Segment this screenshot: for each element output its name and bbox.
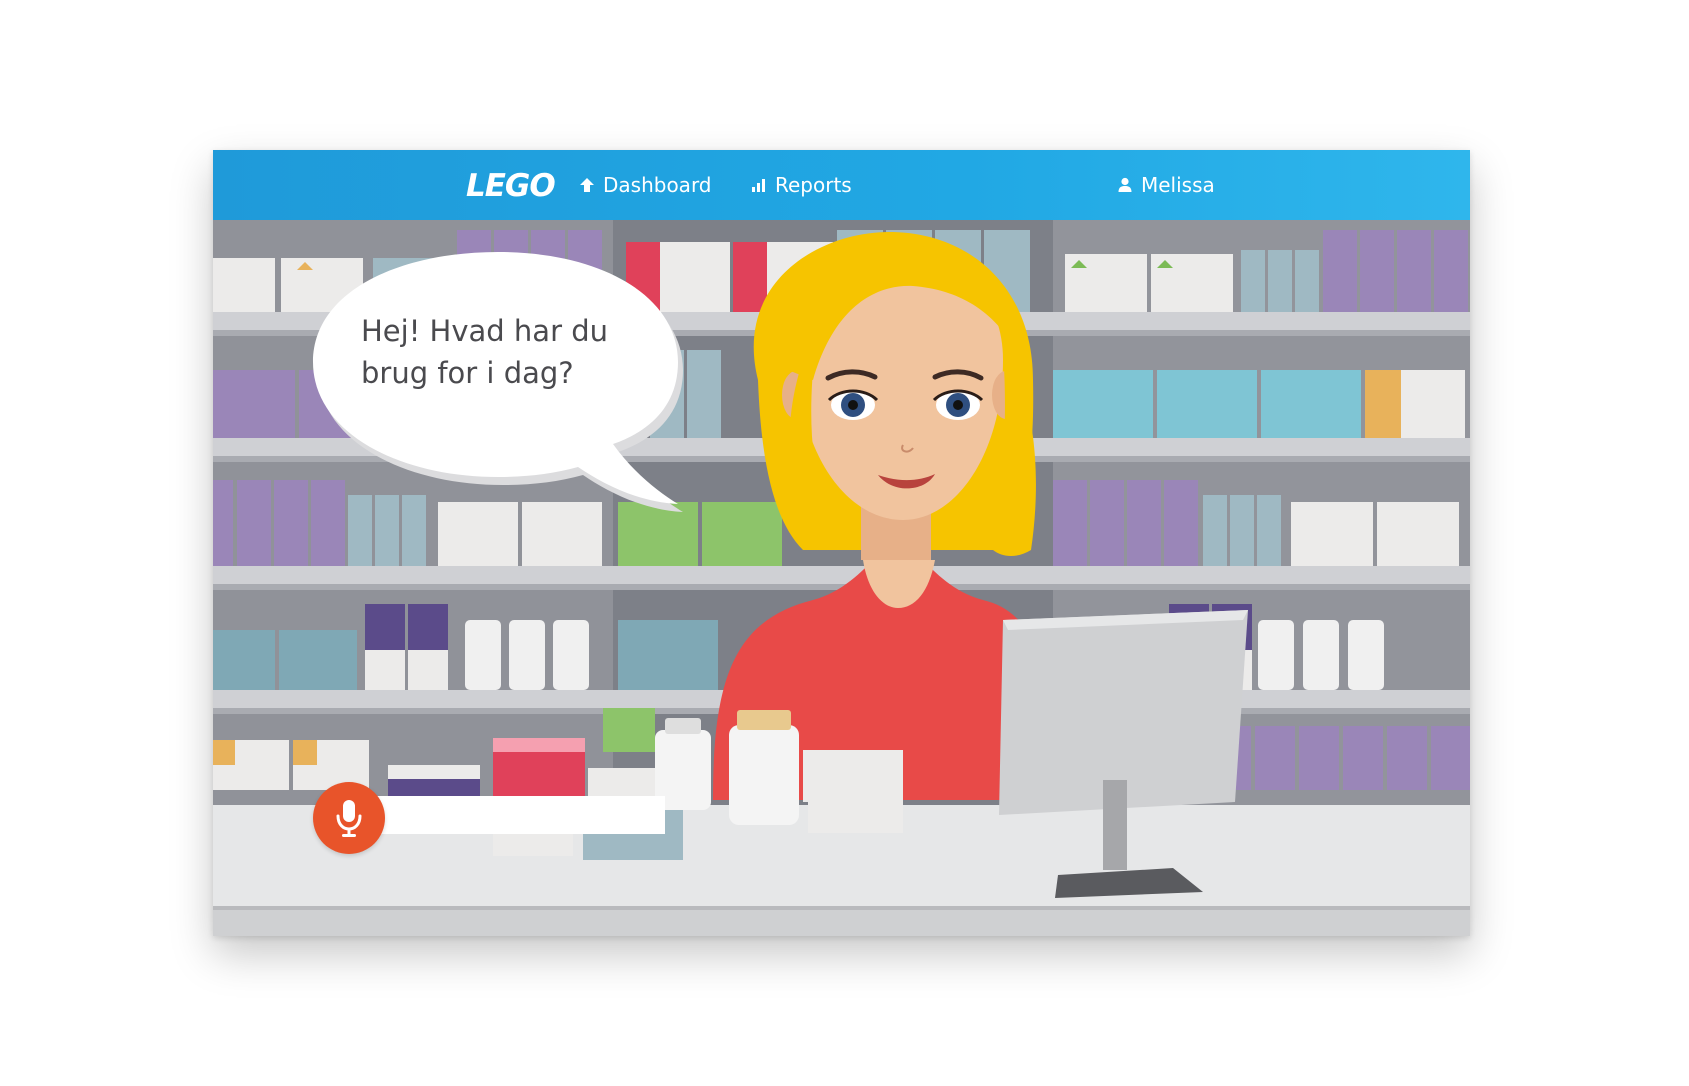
user-name: Melissa: [1141, 173, 1215, 197]
nav-dashboard-label: Dashboard: [603, 173, 712, 197]
bar-chart-icon: [752, 179, 765, 192]
speech-line-2: brug for i dag?: [361, 356, 574, 390]
microphone-button[interactable]: [313, 782, 385, 854]
speech-line-1: Hej! Hvad har du: [361, 314, 608, 348]
user-menu[interactable]: Melissa: [1117, 150, 1215, 220]
arrow-up-icon: [580, 178, 594, 192]
assistant-speech-text: Hej! Hvad har du brug for i dag?: [361, 310, 661, 394]
voice-input-field[interactable]: [361, 796, 665, 834]
lego-logo[interactable]: LEGO: [466, 168, 556, 204]
app-window: LEGO Dashboard Reports Melissa Hej! Hvad…: [213, 150, 1470, 936]
nav-reports[interactable]: Reports: [751, 150, 852, 220]
top-navbar: LEGO Dashboard Reports Melissa: [213, 150, 1470, 220]
nav-reports-label: Reports: [775, 173, 852, 197]
nav-dashboard[interactable]: Dashboard: [579, 150, 712, 220]
user-icon: [1118, 177, 1132, 192]
microphone-icon: [336, 800, 362, 837]
